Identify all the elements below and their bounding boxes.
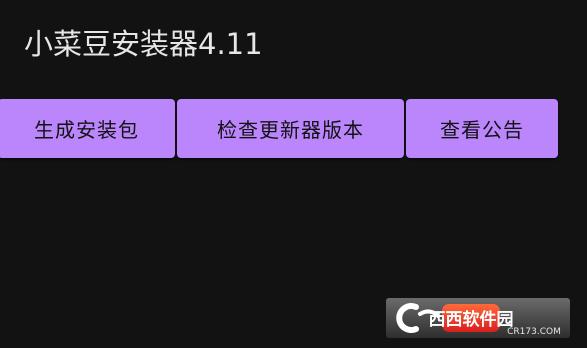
generate-installer-button[interactable]: 生成安装包 [0,99,175,158]
app-title: 小菜豆安装器4.11 [24,27,263,61]
watermark-logo: 西西软件园 CR173.COM [386,298,570,338]
check-updater-version-button[interactable]: 检查更新器版本 [177,99,404,158]
watermark-brand-text: 西西软件园 [429,309,514,330]
view-announcement-button[interactable]: 查看公告 [406,99,558,158]
action-toolbar: 生成安装包 检查更新器版本 查看公告 [0,99,587,158]
watermark-logo-graphic: 西西软件园 CR173.COM [386,298,570,338]
watermark-url-text: CR173.COM [507,327,561,337]
